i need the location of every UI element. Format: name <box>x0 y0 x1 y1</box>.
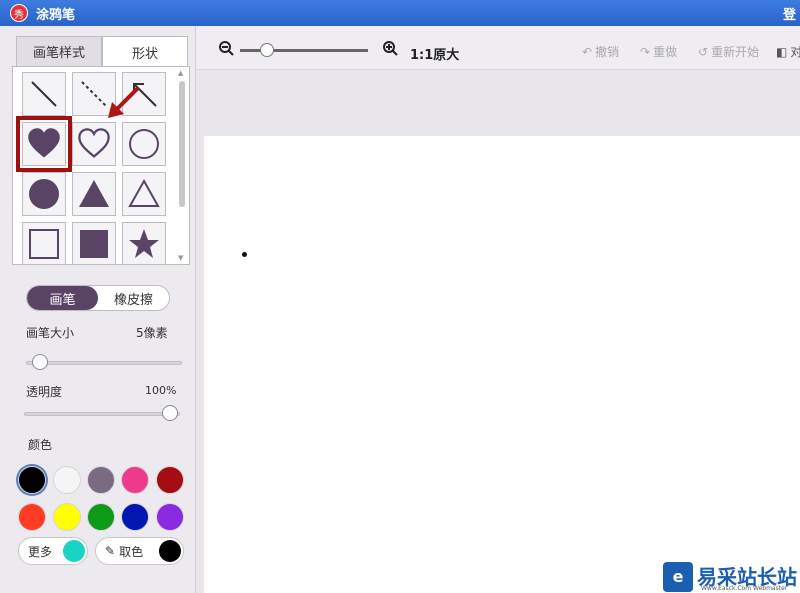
scroll-down-icon[interactable]: ▼ <box>178 254 183 262</box>
watermark-logo: e <box>663 561 693 592</box>
color-swatch-yellow[interactable] <box>53 503 81 531</box>
tab-brush-style[interactable]: 画笔样式 <box>16 36 102 66</box>
opacity-knob[interactable] <box>162 405 178 421</box>
heart-outline-icon[interactable] <box>72 122 116 166</box>
circle-filled-icon[interactable] <box>22 172 66 216</box>
line-icon[interactable] <box>22 72 66 116</box>
brush-size-knob[interactable] <box>32 354 48 370</box>
undo-label: 撤销 <box>595 45 620 59</box>
more-colors-label: 更多 <box>28 544 53 559</box>
compare-button[interactable]: ◧ 对 <box>776 43 800 60</box>
triangle-filled-icon[interactable] <box>72 172 116 216</box>
pen-eraser-toggle: 画笔 橡皮擦 <box>26 285 170 311</box>
window-title: 涂鸦笔 <box>36 7 76 23</box>
login-link[interactable]: 登 <box>783 4 796 23</box>
color-swatch-gray[interactable] <box>87 466 115 494</box>
color-swatch-purple[interactable] <box>156 503 184 531</box>
redo-label: 重做 <box>653 45 678 59</box>
watermark-subtext: Www.Easck.Com Webmaster <box>701 585 788 592</box>
shape-palette: ▲ ▼ <box>12 66 190 265</box>
brush-size-slider[interactable] <box>26 361 182 365</box>
color-swatch-green[interactable] <box>87 503 115 531</box>
tab-shape[interactable]: 形状 <box>102 36 188 67</box>
redo-button[interactable]: ↷ 重做 <box>640 43 677 60</box>
tab-bar: 画笔样式 形状 <box>16 36 188 67</box>
title-bar: 秀 涂鸦笔 登 <box>0 0 800 26</box>
eyedropper-icon: ✎ <box>105 544 116 558</box>
app-logo: 秀 <box>10 4 28 22</box>
watermark-text: 易采站长站 <box>697 564 797 589</box>
toolbar: 1:1原大 ↶ 撤销 ↷ 重做 ↺ 重新开始 ◧ 对 <box>196 26 800 70</box>
zoom-in-icon[interactable] <box>382 40 398 56</box>
compare-icon: ◧ <box>776 44 788 59</box>
zoom-knob[interactable] <box>260 43 274 57</box>
color-picker-button[interactable]: ✎ 取色 <box>95 537 184 565</box>
triangle-outline-icon[interactable] <box>122 172 166 216</box>
annotation-arrow-icon <box>108 86 140 118</box>
brush-size-value: 5像素 <box>136 326 168 340</box>
canvas-area <box>196 70 800 593</box>
site-watermark: e 易采站长站 Www.Easck.Com Webmaster <box>663 560 800 593</box>
drawing-canvas[interactable] <box>204 136 800 593</box>
color-swatch-white[interactable] <box>53 466 81 494</box>
heart-filled-icon[interactable] <box>16 116 72 172</box>
pen-mode-button[interactable]: 画笔 <box>27 286 98 310</box>
undo-button[interactable]: ↶ 撤销 <box>582 43 619 60</box>
more-colors-preview <box>63 540 85 562</box>
circle-outline-icon[interactable] <box>122 122 166 166</box>
opacity-slider[interactable] <box>24 412 180 416</box>
restart-button[interactable]: ↺ 重新开始 <box>698 43 759 60</box>
brush-size-label: 画笔大小 <box>26 326 75 340</box>
eraser-mode-button[interactable]: 橡皮擦 <box>98 286 169 310</box>
restart-icon: ↺ <box>698 44 709 59</box>
picked-color-preview <box>159 540 181 562</box>
color-swatch-pink[interactable] <box>121 466 149 494</box>
color-picker-label: 取色 <box>119 544 144 559</box>
compare-label: 对 <box>790 45 800 59</box>
zoom-out-icon[interactable] <box>218 40 234 56</box>
star-filled-icon[interactable] <box>122 222 166 264</box>
more-colors-button[interactable]: 更多 <box>18 537 88 565</box>
brush-cursor-dot <box>242 252 247 257</box>
color-swatch-red[interactable] <box>18 503 46 531</box>
opacity-value: 100% <box>145 384 177 397</box>
color-swatch-black[interactable] <box>18 466 46 494</box>
actual-size-button[interactable]: 1:1原大 <box>410 44 459 63</box>
scroll-up-icon[interactable]: ▲ <box>178 69 183 77</box>
undo-icon: ↶ <box>582 44 593 59</box>
restart-label: 重新开始 <box>711 45 760 59</box>
color-swatch-dark-red[interactable] <box>156 466 184 494</box>
shape-scrollbar[interactable]: ▲ ▼ <box>177 69 187 262</box>
color-label: 颜色 <box>28 438 53 452</box>
square-outline-icon[interactable] <box>22 222 66 264</box>
color-swatch-blue[interactable] <box>121 503 149 531</box>
redo-icon: ↷ <box>640 44 651 59</box>
opacity-label: 透明度 <box>26 385 63 399</box>
square-filled-icon[interactable] <box>72 222 116 264</box>
left-panel: 画笔样式 形状 ▲ ▼ 画笔 橡皮擦 画笔大小 5像素 透明度 100% 颜色 … <box>0 26 196 593</box>
scroll-thumb[interactable] <box>179 81 185 207</box>
